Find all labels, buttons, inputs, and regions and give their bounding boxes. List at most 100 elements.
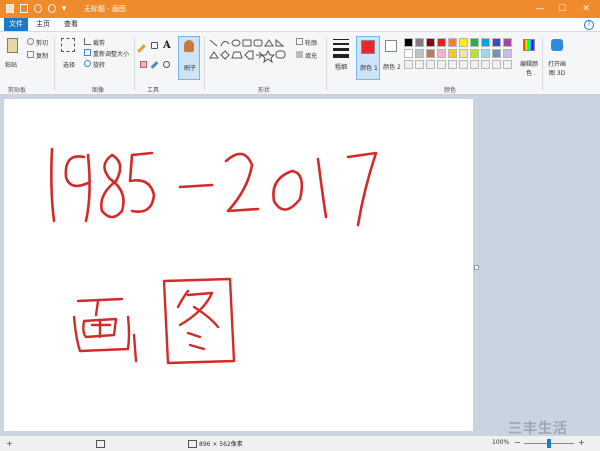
rotate-icon[interactable] (84, 60, 91, 67)
help-icon[interactable]: ? (584, 20, 594, 30)
custom-color-slot[interactable] (459, 60, 468, 69)
handwriting-hua-tu (72, 277, 236, 365)
minimize-button[interactable]: — (534, 3, 546, 15)
eraser-icon[interactable] (140, 61, 147, 68)
text-tool-icon[interactable]: A (163, 40, 171, 51)
custom-color-slot[interactable] (437, 60, 446, 69)
open-paint3d-button[interactable]: 打开画图 3D (546, 36, 568, 80)
pencil-icon[interactable] (137, 44, 146, 53)
custom-color-slot[interactable] (448, 60, 457, 69)
palette-swatch[interactable] (415, 38, 424, 47)
color2-label: 颜色 2 (383, 64, 401, 71)
zoom-out-button[interactable]: − (514, 438, 521, 447)
custom-color-slot[interactable] (415, 60, 424, 69)
palette-swatch[interactable] (459, 38, 468, 47)
tools-group-label: 工具 (147, 87, 160, 94)
tab-home[interactable]: 主页 (32, 18, 54, 31)
resize-icon[interactable] (84, 49, 91, 56)
shape-fill-button[interactable]: 填充 (305, 51, 317, 60)
save-icon[interactable] (20, 4, 28, 13)
palette-swatch[interactable] (492, 49, 501, 58)
paste-button[interactable]: 粘贴 (4, 36, 22, 76)
stroke-digit-5 (128, 151, 156, 213)
redo-icon[interactable] (48, 4, 56, 13)
image-dimensions: 896 × 562像素 (199, 441, 243, 448)
close-button[interactable]: ✕ (580, 3, 592, 15)
color2-button[interactable]: 颜色 2 (382, 36, 402, 80)
palette-swatch[interactable] (426, 38, 435, 47)
watermark: 三丰生活 (508, 421, 568, 437)
palette-swatch[interactable] (459, 49, 468, 58)
brushes-button[interactable]: 刷子 (178, 36, 200, 80)
scissors-icon[interactable] (27, 38, 34, 45)
brushes-label: 刷子 (184, 65, 197, 72)
copy-icon[interactable] (27, 51, 34, 58)
palette-swatch[interactable] (503, 49, 512, 58)
edit-colors-button[interactable]: 编辑颜色 (518, 36, 540, 80)
color1-label: 颜色 1 (360, 65, 378, 72)
title-bar: ▾ 无标题 - 画图 — ☐ ✕ (0, 0, 600, 18)
handwriting-1985-2017 (50, 147, 378, 227)
outline-icon[interactable] (296, 38, 303, 45)
tab-view[interactable]: 查看 (60, 18, 82, 31)
clipboard-group-label: 剪贴板 (8, 87, 27, 94)
palette-swatch[interactable] (404, 38, 413, 47)
cut-button[interactable]: 剪切 (36, 38, 48, 47)
drawing-canvas[interactable] (4, 99, 473, 431)
color-picker-icon[interactable] (150, 61, 159, 69)
stroke-hyphen (178, 183, 214, 189)
shapes-group-label: 形状 (258, 87, 271, 94)
palette-swatch[interactable] (437, 38, 446, 47)
colors-group-label: 颜色 (444, 87, 457, 94)
magnifier-icon[interactable] (163, 61, 170, 68)
resize-button[interactable]: 重新调整大小 (93, 49, 129, 58)
palette-swatch[interactable] (481, 38, 490, 47)
paint3d-label: 打开画图 3D (547, 61, 566, 77)
zoom-slider-thumb[interactable] (547, 439, 551, 448)
custom-color-slot[interactable] (404, 60, 413, 69)
zoom-level: 100% (492, 439, 510, 446)
palette-swatch[interactable] (426, 49, 435, 58)
palette-swatch[interactable] (415, 49, 424, 58)
stroke-digit-0 (272, 169, 304, 211)
custom-color-slot[interactable] (470, 60, 479, 69)
copy-button[interactable]: 复制 (36, 51, 48, 60)
tab-file[interactable]: 文件 (4, 18, 28, 31)
palette-swatch[interactable] (470, 49, 479, 58)
shapes-gallery[interactable] (208, 38, 292, 68)
palette-swatch[interactable] (448, 49, 457, 58)
zoom-in-button[interactable]: + (578, 438, 585, 447)
crop-button[interactable]: 裁剪 (93, 38, 105, 47)
custom-color-slot[interactable] (503, 60, 512, 69)
crop-icon[interactable] (84, 38, 91, 45)
line-thickness-icon (333, 48, 349, 51)
paint-app-icon (6, 4, 14, 13)
palette-swatch[interactable] (481, 49, 490, 58)
custom-color-slot[interactable] (426, 60, 435, 69)
palette-swatch[interactable] (437, 49, 446, 58)
select-button[interactable]: 选择 (58, 36, 78, 76)
paint3d-icon (551, 39, 563, 51)
select-label: 选择 (63, 62, 76, 69)
quick-access-dropdown-icon[interactable]: ▾ (60, 3, 68, 15)
palette-swatch[interactable] (470, 38, 479, 47)
custom-color-slot[interactable] (492, 60, 501, 69)
size-button[interactable]: 粗细 (330, 36, 352, 80)
fill-icon[interactable] (296, 51, 303, 58)
canvas-resize-handle[interactable] (474, 265, 479, 270)
color2-swatch (385, 40, 397, 52)
undo-icon[interactable] (34, 4, 42, 13)
maximize-button[interactable]: ☐ (556, 3, 568, 15)
stroke-hua (72, 297, 131, 353)
palette-swatch[interactable] (492, 38, 501, 47)
palette-swatch[interactable] (448, 38, 457, 47)
paste-label: 粘贴 (5, 62, 18, 69)
palette-swatch[interactable] (503, 38, 512, 47)
custom-color-slot[interactable] (481, 60, 490, 69)
rotate-button[interactable]: 旋转 (93, 60, 105, 69)
color1-button[interactable]: 颜色 1 (356, 36, 380, 80)
shape-outline-button[interactable]: 轮廓 (305, 38, 317, 47)
fill-bucket-icon[interactable] (151, 42, 158, 49)
color-wheel-icon (523, 39, 535, 51)
palette-swatch[interactable] (404, 49, 413, 58)
